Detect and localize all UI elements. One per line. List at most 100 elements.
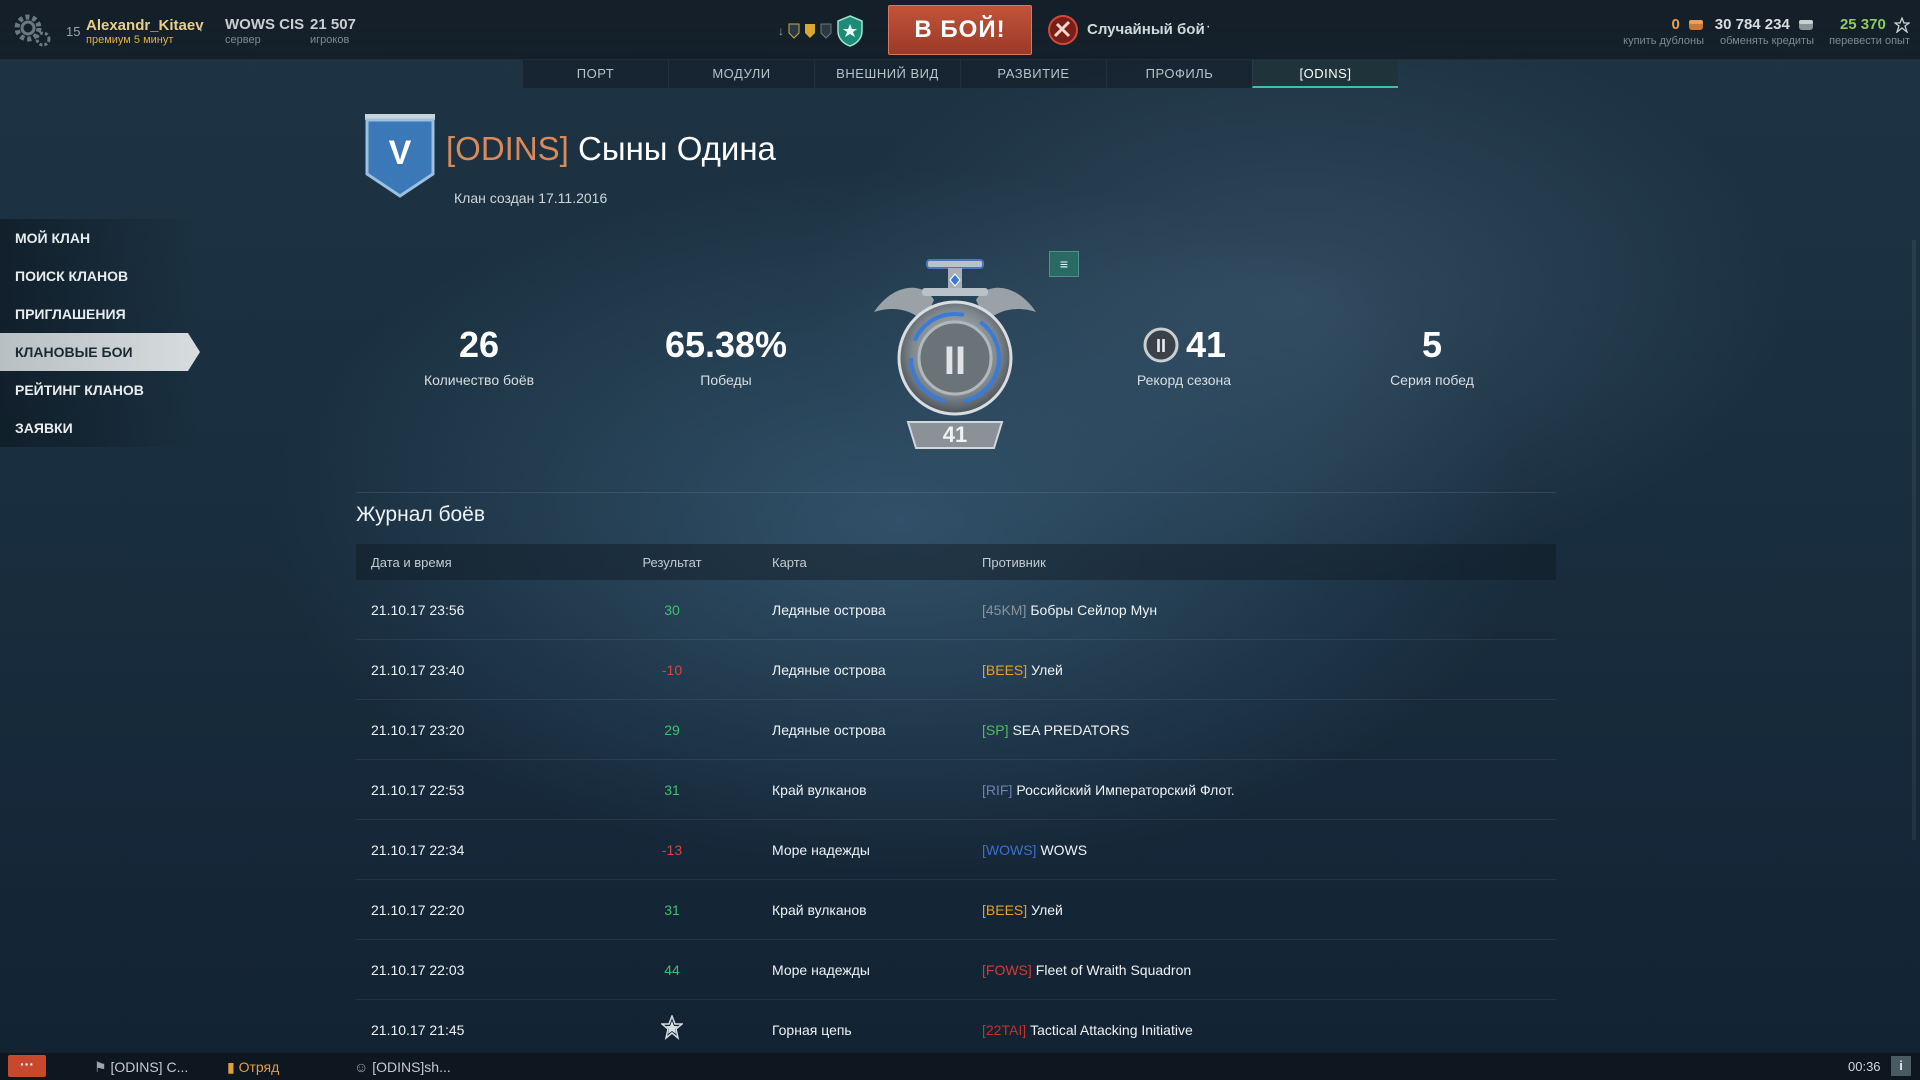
table-row[interactable]: 21.10.17 22:53 31 Край вулканов [RIF] Россий… <box>356 760 1556 820</box>
battle-result: 44 <box>664 961 680 978</box>
doubloons-value: 0 <box>1671 16 1680 33</box>
table-row[interactable]: 21.10.17 21:45 Горная цепь [22TAI] Tactical… <box>356 1000 1556 1060</box>
battle-result: -13 <box>661 841 683 858</box>
division-button[interactable]: ▮ Отряд <box>227 1059 279 1076</box>
clock: 00:36 <box>1848 1059 1881 1074</box>
league-badge[interactable]: II 41 <box>864 252 1046 458</box>
table-row[interactable]: 21.10.17 22:20 31 Край вулканов [BEES] Улей <box>356 880 1556 940</box>
contacts-channel[interactable]: ☺ [ODINS]sh... <box>354 1059 451 1075</box>
table-row[interactable]: 21.10.17 22:03 44 Море надежды [FOWS] Fleet … <box>356 940 1556 1000</box>
battle-date: 21.10.17 23:56 <box>371 601 465 618</box>
division-label: Отряд <box>238 1059 280 1075</box>
season-record-label: Рекорд сезона <box>1136 372 1232 388</box>
opponent: [BEES] Улей <box>982 902 1556 918</box>
online-players-label: игроков <box>310 34 350 46</box>
opponent-clan-name: WOWS <box>1040 841 1088 858</box>
table-row[interactable]: 21.10.17 22:34 -13 Море надежды [WOWS] WOWS <box>356 820 1556 880</box>
battle-map: Ледяные острова <box>772 721 886 738</box>
opponent-clan-tag: [SP] <box>982 721 1009 738</box>
opponent: [SP] SEA PREDATORS <box>982 722 1556 738</box>
online-players: 21 507 <box>310 16 356 33</box>
battle-button[interactable]: В БОЙ! <box>888 5 1032 55</box>
sidebar-item-invitations[interactable]: ПРИГЛАШЕНИЯ <box>0 295 200 333</box>
opponent-clan-name: Российский Императорский Флот. <box>1016 781 1235 798</box>
credits[interactable]: 30 784 234 обменять кредиты <box>1708 16 1814 47</box>
battle-date: 21.10.17 22:03 <box>371 961 465 978</box>
free-xp[interactable]: 25 370 перевести опыт <box>1820 16 1910 47</box>
column-header-map[interactable]: Карта <box>720 555 982 570</box>
battle-date: 21.10.17 23:20 <box>371 721 465 738</box>
season-record-badge-icon: II <box>1143 327 1179 363</box>
sidebar-item-applications[interactable]: ЗАЯВКИ <box>0 409 200 447</box>
sidebar-item-clan-battles[interactable]: КЛАНОВЫЕ БОИ <box>0 333 200 371</box>
battle-log-table: Дата и время Результат Карта Противник 2… <box>356 544 1556 1060</box>
tab-profile[interactable]: ПРОФИЛЬ <box>1106 60 1252 88</box>
table-row[interactable]: 21.10.17 23:40 -10 Ледяные острова [BEES] Ул… <box>356 640 1556 700</box>
division-flag-icon: ▮ <box>227 1059 235 1075</box>
ship-selector[interactable]: ↓ <box>778 14 864 48</box>
battle-result: -10 <box>661 661 683 678</box>
league-info-list-button[interactable]: ≡ <box>1049 251 1079 277</box>
battle-map: Ледяные острова <box>772 601 886 618</box>
info-button[interactable]: i <box>1891 1056 1911 1076</box>
league-division: II <box>944 339 966 383</box>
premium-status: премиум 5 минут <box>86 34 174 46</box>
table-row[interactable]: 21.10.17 23:20 29 Ледяные острова [SP] SEA P… <box>356 700 1556 760</box>
account-level: 15 <box>66 24 81 39</box>
tab-clan[interactable]: [ODINS] <box>1252 60 1398 88</box>
tab-modules[interactable]: МОДУЛИ <box>668 60 814 88</box>
battle-log-header: Дата и время Результат Карта Противник <box>356 544 1556 580</box>
win-streak-value: 5 <box>1421 324 1443 365</box>
battle-result: 31 <box>664 781 680 798</box>
opponent: [45KM] Бобры Сейлор Мун <box>982 602 1556 618</box>
tab-port[interactable]: ПОРТ <box>522 60 668 88</box>
stat-winrate: 65.38% Победы <box>626 324 826 388</box>
free-xp-value: 25 370 <box>1839 16 1886 33</box>
scrollbar[interactable] <box>1912 240 1916 840</box>
column-header-date[interactable]: Дата и время <box>356 555 624 570</box>
battle-mode-label[interactable]: Случайный бой <box>1087 21 1205 38</box>
doubloons[interactable]: 0 купить дублоны <box>1608 16 1704 47</box>
clan-emblem-letter: V <box>389 134 412 172</box>
account-menu-arrow-icon[interactable]: ↓ <box>198 20 204 34</box>
battle-mode-more-icon[interactable]: ··· <box>1195 18 1211 36</box>
clan-chat-channel[interactable]: ⚑ [ODINS] С... <box>94 1059 188 1076</box>
down-arrow-icon: ↓ <box>778 24 784 38</box>
random-battle-icon[interactable] <box>1047 14 1079 46</box>
chat-button[interactable]: ··· <box>8 1055 46 1077</box>
battle-date: 21.10.17 22:34 <box>371 841 465 858</box>
column-header-opponent[interactable]: Противник <box>982 555 1556 570</box>
clan-shield-icon <box>837 15 863 47</box>
winrate-label: Победы <box>700 372 752 388</box>
sidebar-item-clan-rating[interactable]: РЕЙТИНГ КЛАНОВ <box>0 371 200 409</box>
sidebar-item-clan-search[interactable]: ПОИСК КЛАНОВ <box>0 257 200 295</box>
settings-gear-icon[interactable] <box>12 12 52 48</box>
opponent-clan-name: SEA PREDATORS <box>1012 721 1130 738</box>
season-record-badge-text: II <box>1156 336 1166 356</box>
clan-title: [ODINS] Сыны Одина <box>446 130 776 168</box>
battle-map: Море надежды <box>772 841 870 858</box>
opponent: [RIF] Российский Императорский Флот. <box>982 782 1556 798</box>
credits-value: 30 784 234 <box>1714 16 1790 33</box>
flag-empty-icon <box>820 23 832 39</box>
season-record-value: 41 <box>1185 324 1227 365</box>
opponent-clan-name: Улей <box>1031 661 1063 678</box>
table-row[interactable]: 21.10.17 23:56 30 Ледяные острова [45KM] Боб… <box>356 580 1556 640</box>
section-divider <box>356 492 1556 493</box>
clan-chat-label: [ODINS] С... <box>110 1059 189 1075</box>
opponent-clan-name: Бобры Сейлор Мун <box>1030 601 1158 618</box>
stat-season-record: II 41 Рекорд сезона <box>1084 324 1284 388</box>
battle-date: 21.10.17 23:40 <box>371 661 465 678</box>
column-header-result[interactable]: Результат <box>624 555 720 570</box>
tab-research[interactable]: РАЗВИТИЕ <box>960 60 1106 88</box>
opponent-clan-tag: [WOWS] <box>982 841 1037 858</box>
league-rating: 41 <box>943 422 967 447</box>
flag-icon <box>788 23 800 39</box>
sidebar-item-my-clan[interactable]: МОЙ КЛАН <box>0 219 200 257</box>
battles-count: 26 <box>458 324 500 365</box>
opponent-clan-tag: [RIF] <box>982 781 1013 798</box>
tab-appearance[interactable]: ВНЕШНИЙ ВИД <box>814 60 960 88</box>
username[interactable]: Alexandr_Kitaev <box>86 17 204 34</box>
promotion-star-icon <box>624 1013 720 1044</box>
winrate-value: 65.38% <box>664 324 788 365</box>
